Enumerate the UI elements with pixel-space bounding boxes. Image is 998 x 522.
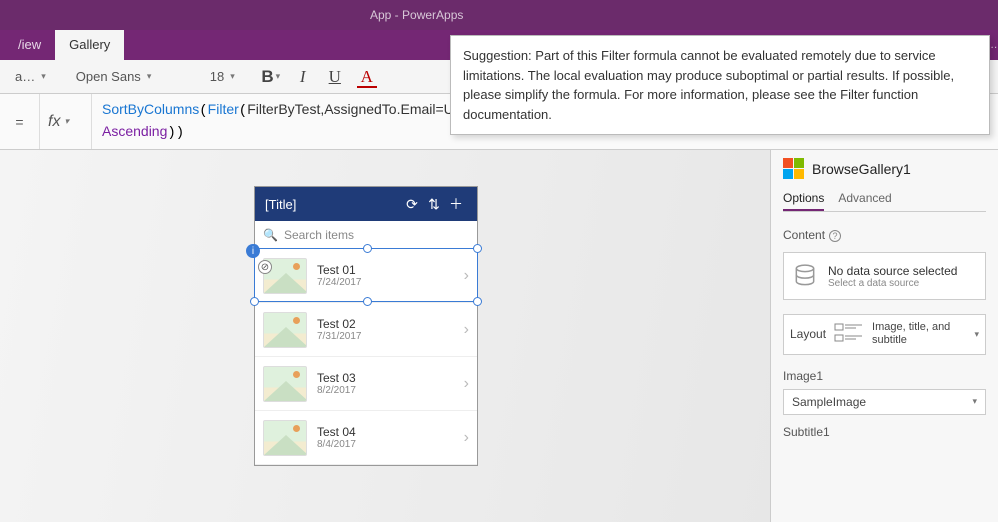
thumbnail-icon xyxy=(263,366,307,402)
chevron-down-icon: ▾ xyxy=(41,71,46,82)
list-item[interactable]: Test 017/24/2017 › xyxy=(255,249,477,303)
data-source-selector[interactable]: No data source selected Select a data so… xyxy=(783,252,986,300)
layout-selector[interactable]: Layout Image, title, and subtitle ▾ xyxy=(783,314,986,354)
chevron-right-icon[interactable]: › xyxy=(464,321,469,339)
list-item[interactable]: Test 038/2/2017 › xyxy=(255,357,477,411)
app-title: App - PowerApps xyxy=(370,8,463,22)
layout-preview-icon xyxy=(834,322,864,346)
image-dropdown[interactable]: SampleImage ▾ xyxy=(783,389,986,415)
tab-advanced[interactable]: Advanced xyxy=(838,187,891,211)
thumbnail-icon xyxy=(263,420,307,456)
chevron-down-icon: ▾ xyxy=(230,71,235,82)
layout-label: Layout xyxy=(790,327,826,341)
font-family-dropdown[interactable]: Open Sans▾ xyxy=(69,66,199,87)
search-icon: 🔍 xyxy=(263,228,278,242)
gallery-header: [Title] ⟳ ⇅ ＋ xyxy=(255,187,477,221)
sort-icon[interactable]: ⇅ xyxy=(423,196,445,213)
bold-button[interactable]: B▾ xyxy=(257,63,285,91)
database-icon xyxy=(792,263,818,289)
formula-equals: = xyxy=(0,94,40,149)
gallery-control[interactable]: [Title] ⟳ ⇅ ＋ 🔍 Search items Test 017/24… xyxy=(254,186,478,466)
font-size-dropdown[interactable]: 18▾ xyxy=(203,66,253,87)
property-selector[interactable]: a…▾ xyxy=(8,66,53,87)
help-icon[interactable]: ? xyxy=(829,230,841,242)
chevron-right-icon[interactable]: › xyxy=(464,375,469,393)
title-bar: App - PowerApps xyxy=(0,0,998,30)
tab-view[interactable]: /iew xyxy=(4,30,55,60)
properties-pane: BrowseGallery1 Options Advanced Content?… xyxy=(770,150,998,522)
chevron-right-icon[interactable]: › xyxy=(464,429,469,447)
canvas[interactable]: [Title] ⟳ ⇅ ＋ 🔍 Search items Test 017/24… xyxy=(0,150,770,522)
font-color-button[interactable]: A xyxy=(353,63,381,91)
formula-warning-tooltip: Suggestion: Part of this Filter formula … xyxy=(450,35,990,135)
search-box[interactable]: 🔍 Search items xyxy=(255,221,477,249)
list-item[interactable]: Test 048/4/2017 › xyxy=(255,411,477,465)
workspace: [Title] ⟳ ⇅ ＋ 🔍 Search items Test 017/24… xyxy=(0,150,998,522)
image-label: Image1 xyxy=(783,369,986,383)
add-icon[interactable]: ＋ xyxy=(445,194,467,214)
chevron-right-icon[interactable]: › xyxy=(464,267,469,285)
thumbnail-icon xyxy=(263,312,307,348)
subtitle-label: Subtitle1 xyxy=(783,425,986,439)
chevron-down-icon: ▾ xyxy=(974,329,979,340)
powerapps-logo-icon xyxy=(783,158,804,179)
list-item[interactable]: Test 027/31/2017 › xyxy=(255,303,477,357)
refresh-icon[interactable]: ⟳ xyxy=(401,196,423,213)
chevron-down-icon: ▾ xyxy=(972,396,977,407)
fx-label: fx▾ xyxy=(40,94,92,149)
gallery-title: [Title] xyxy=(265,197,296,212)
tab-gallery[interactable]: Gallery xyxy=(55,30,124,60)
underline-button[interactable]: U xyxy=(321,63,349,91)
tab-options[interactable]: Options xyxy=(783,187,824,211)
content-label: Content? xyxy=(783,228,986,242)
italic-button[interactable]: I xyxy=(289,63,317,91)
search-placeholder: Search items xyxy=(284,228,354,242)
chevron-down-icon: ▾ xyxy=(147,71,152,82)
control-name: BrowseGallery1 xyxy=(812,161,911,177)
